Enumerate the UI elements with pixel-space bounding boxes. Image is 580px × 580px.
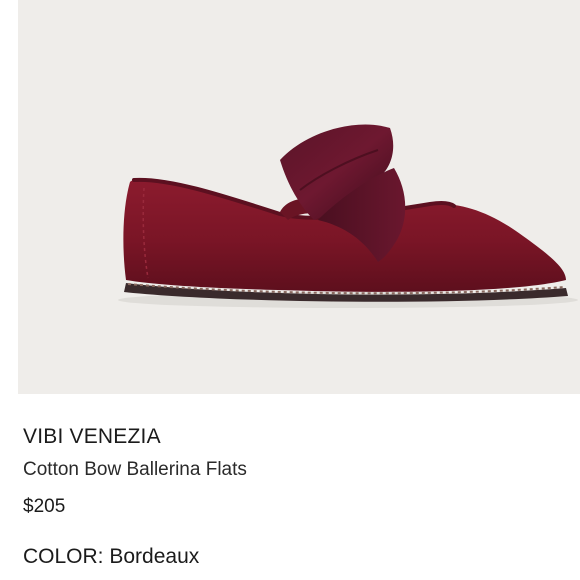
- product-image[interactable]: [18, 0, 580, 394]
- brand-name[interactable]: VIBI VENEZIA: [23, 425, 161, 449]
- product-card: VIBI VENEZIA Cotton Bow Ballerina Flats …: [0, 0, 580, 580]
- color-label: COLOR:: [23, 545, 104, 568]
- product-title[interactable]: Cotton Bow Ballerina Flats: [23, 459, 247, 481]
- shoe-illustration: [118, 124, 578, 308]
- color-value: Bordeaux: [109, 545, 200, 568]
- color-selector: COLOR: Bordeaux: [23, 545, 199, 569]
- product-price: $205: [23, 496, 66, 517]
